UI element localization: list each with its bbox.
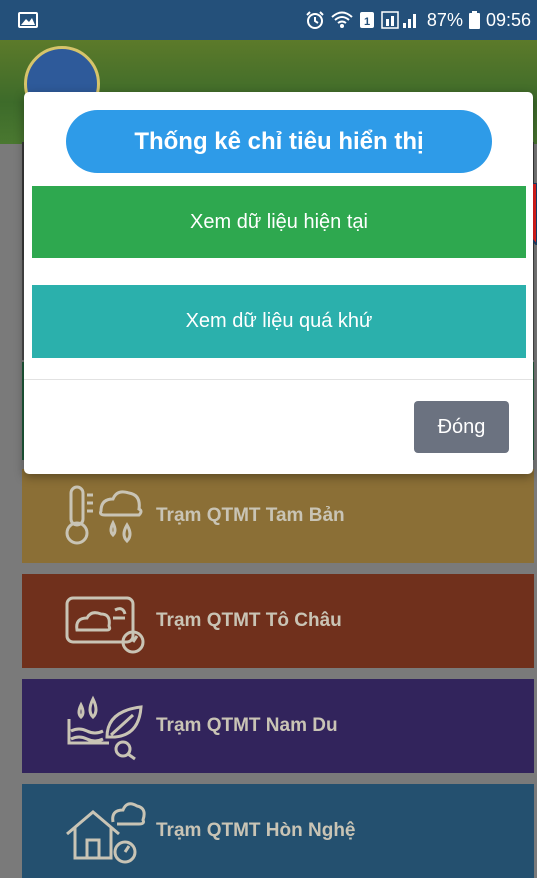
wifi-icon [331,11,353,29]
dialog-divider [24,379,533,380]
close-button[interactable]: Đóng [414,401,509,453]
status-bar: 1 87% 09:56 [0,0,537,40]
sim-icon: 1 [359,11,375,29]
signal-icon [381,11,421,29]
clock: 09:56 [485,9,531,30]
view-current-data-button[interactable]: Xem dữ liệu hiện tại [32,186,526,258]
battery-percent: 87% [426,9,463,30]
svg-text:1: 1 [364,16,370,28]
alarm-icon [305,10,325,30]
stats-dialog: Thống kê chỉ tiêu hiển thị Xem dữ liệu h… [24,92,533,474]
modal-overlay[interactable]: Thống kê chỉ tiêu hiển thị Xem dữ liệu h… [0,40,537,861]
dialog-title: Thống kê chỉ tiêu hiển thị [66,110,492,173]
battery-icon [468,11,480,29]
view-past-data-button[interactable]: Xem dữ liệu quá khứ [32,285,526,358]
image-icon [18,12,38,28]
